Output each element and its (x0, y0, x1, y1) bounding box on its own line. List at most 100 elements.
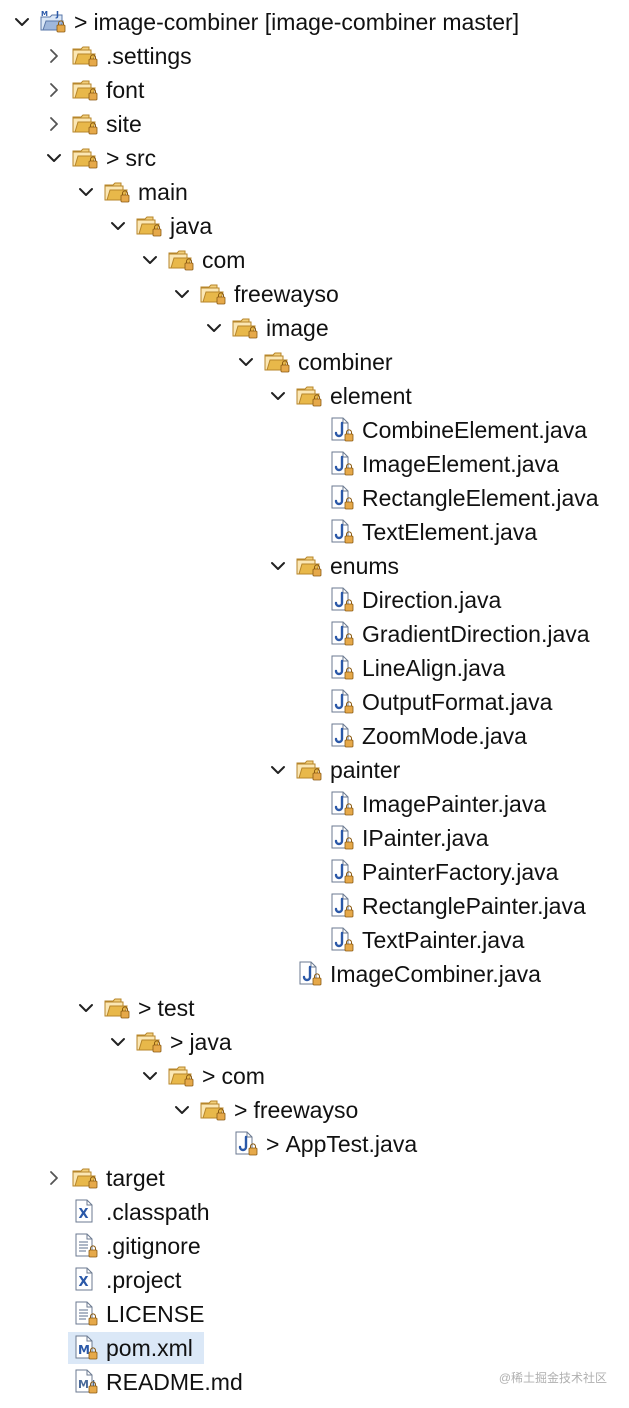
chevron-down-icon[interactable] (76, 182, 96, 202)
svg-text:X: X (79, 1275, 89, 1290)
tree-item-label: com (202, 246, 245, 274)
chevron-down-icon[interactable] (108, 216, 128, 236)
tree-item-project[interactable]: X .project (0, 1263, 629, 1297)
folder-icon (168, 1063, 196, 1089)
tree-item-settings[interactable]: .settings (0, 39, 629, 73)
java-file-icon (328, 485, 356, 511)
chevron-down-icon[interactable] (12, 12, 32, 32)
tree-item-com[interactable]: > com (0, 1059, 629, 1093)
text-file-icon (72, 1233, 100, 1259)
tree-item-classpath[interactable]: X .classpath (0, 1195, 629, 1229)
folder-icon (72, 1165, 100, 1191)
tree-item-image[interactable]: image (0, 311, 629, 345)
dirty-marker: > (106, 145, 120, 171)
tree-item-textpainter-java[interactable]: TextPainter.java (0, 923, 629, 957)
tree-item-main[interactable]: main (0, 175, 629, 209)
tree-item-painterfactory-java[interactable]: PainterFactory.java (0, 855, 629, 889)
tree-item-imageelement-java[interactable]: ImageElement.java (0, 447, 629, 481)
tree-item-rectanglepainter-java[interactable]: RectanglePainter.java (0, 889, 629, 923)
tree-item-label: IPainter.java (362, 824, 489, 852)
chevron-down-icon[interactable] (172, 1100, 192, 1120)
tree-item-label: pom.xml (106, 1334, 193, 1362)
tree-item-outputformat-java[interactable]: OutputFormat.java (0, 685, 629, 719)
chevron-down-icon[interactable] (172, 284, 192, 304)
tree-item-freewayso[interactable]: freewayso (0, 277, 629, 311)
tree-item-site[interactable]: site (0, 107, 629, 141)
chevron-down-icon[interactable] (108, 1032, 128, 1052)
xml-file-icon: X (72, 1267, 100, 1293)
tree-item-font[interactable]: font (0, 73, 629, 107)
tree-item-text: LineAlign.java (362, 655, 506, 681)
java-file-icon (232, 1131, 260, 1157)
folder-icon (200, 281, 228, 307)
tree-item-gitignore[interactable]: .gitignore (0, 1229, 629, 1263)
tree-item-label: ZoomMode.java (362, 722, 527, 750)
dirty-marker: > (74, 9, 88, 35)
folder-icon (72, 145, 100, 171)
tree-item-label: > src (106, 144, 156, 172)
tree-item-apptest-java[interactable]: > AppTest.java (0, 1127, 629, 1161)
tree-item-src[interactable]: > src (0, 141, 629, 175)
folder-icon (232, 315, 260, 341)
tree-item-imagecombiner-java[interactable]: ImageCombiner.java (0, 957, 629, 991)
chevron-down-icon[interactable] (204, 318, 224, 338)
chevron-right-icon[interactable] (44, 1168, 64, 1188)
chevron-down-icon[interactable] (44, 148, 64, 168)
tree-item-combiner[interactable]: combiner (0, 345, 629, 379)
project-explorer-tree: M J > image-combiner [image-combiner mast… (0, 0, 629, 1408)
folder-icon (296, 553, 324, 579)
tree-item-label: painter (330, 756, 400, 784)
svg-text:M: M (78, 1343, 90, 1357)
tree-item-label: ImageElement.java (362, 450, 559, 478)
chevron-right-icon[interactable] (44, 46, 64, 66)
tree-item-rectangleelement-java[interactable]: RectangleElement.java (0, 481, 629, 515)
tree-item-target[interactable]: target (0, 1161, 629, 1195)
tree-item-textelement-java[interactable]: TextElement.java (0, 515, 629, 549)
folder-icon (264, 349, 292, 375)
tree-item-test[interactable]: > test (0, 991, 629, 1025)
tree-item-label: .gitignore (106, 1232, 201, 1260)
tree-item-image-combiner-image-combiner-master[interactable]: M J > image-combiner [image-combiner mast… (0, 5, 629, 39)
tree-item-text: .gitignore (106, 1233, 201, 1259)
chevron-down-icon[interactable] (236, 352, 256, 372)
tree-item-painter[interactable]: painter (0, 753, 629, 787)
tree-item-pom-xml[interactable]: M pom.xml (0, 1331, 629, 1365)
tree-item-zoommode-java[interactable]: ZoomMode.java (0, 719, 629, 753)
dirty-marker: > (202, 1063, 216, 1089)
tree-item-label: > java (170, 1028, 232, 1056)
tree-item-freewayso[interactable]: > freewayso (0, 1093, 629, 1127)
tree-item-element[interactable]: element (0, 379, 629, 413)
chevron-right-icon[interactable] (44, 80, 64, 100)
chevron-right-icon[interactable] (44, 114, 64, 134)
tree-item-text: RectangleElement.java (362, 485, 599, 511)
tree-item-label: PainterFactory.java (362, 858, 558, 886)
tree-item-direction-java[interactable]: Direction.java (0, 583, 629, 617)
tree-item-com[interactable]: com (0, 243, 629, 277)
tree-item-ipainter-java[interactable]: IPainter.java (0, 821, 629, 855)
tree-item-combineelement-java[interactable]: CombineElement.java (0, 413, 629, 447)
tree-item-linealign-java[interactable]: LineAlign.java (0, 651, 629, 685)
folder-icon (296, 757, 324, 783)
tree-item-text: Direction.java (362, 587, 502, 613)
chevron-down-icon[interactable] (268, 386, 288, 406)
folder-icon (104, 179, 132, 205)
tree-item-label: combiner (298, 348, 393, 376)
chevron-down-icon[interactable] (76, 998, 96, 1018)
tree-item-enums[interactable]: enums (0, 549, 629, 583)
chevron-down-icon[interactable] (140, 250, 160, 270)
chevron-down-icon[interactable] (140, 1066, 160, 1086)
tree-item-label: font (106, 76, 144, 104)
tree-item-java[interactable]: > java (0, 1025, 629, 1059)
chevron-down-icon[interactable] (268, 760, 288, 780)
tree-item-imagepainter-java[interactable]: ImagePainter.java (0, 787, 629, 821)
tree-item-gradientdirection-java[interactable]: GradientDirection.java (0, 617, 629, 651)
tree-item-text: RectanglePainter.java (362, 893, 586, 919)
tree-item-label: > com (202, 1062, 265, 1090)
tree-item-text: TextElement.java (362, 519, 538, 545)
chevron-down-icon[interactable] (268, 556, 288, 576)
tree-item-label: LICENSE (106, 1300, 204, 1328)
tree-item-license[interactable]: LICENSE (0, 1297, 629, 1331)
watermark: @稀土掘金技术社区 (498, 1371, 607, 1385)
tree-item-text: AppTest.java (285, 1131, 418, 1157)
tree-item-java[interactable]: java (0, 209, 629, 243)
